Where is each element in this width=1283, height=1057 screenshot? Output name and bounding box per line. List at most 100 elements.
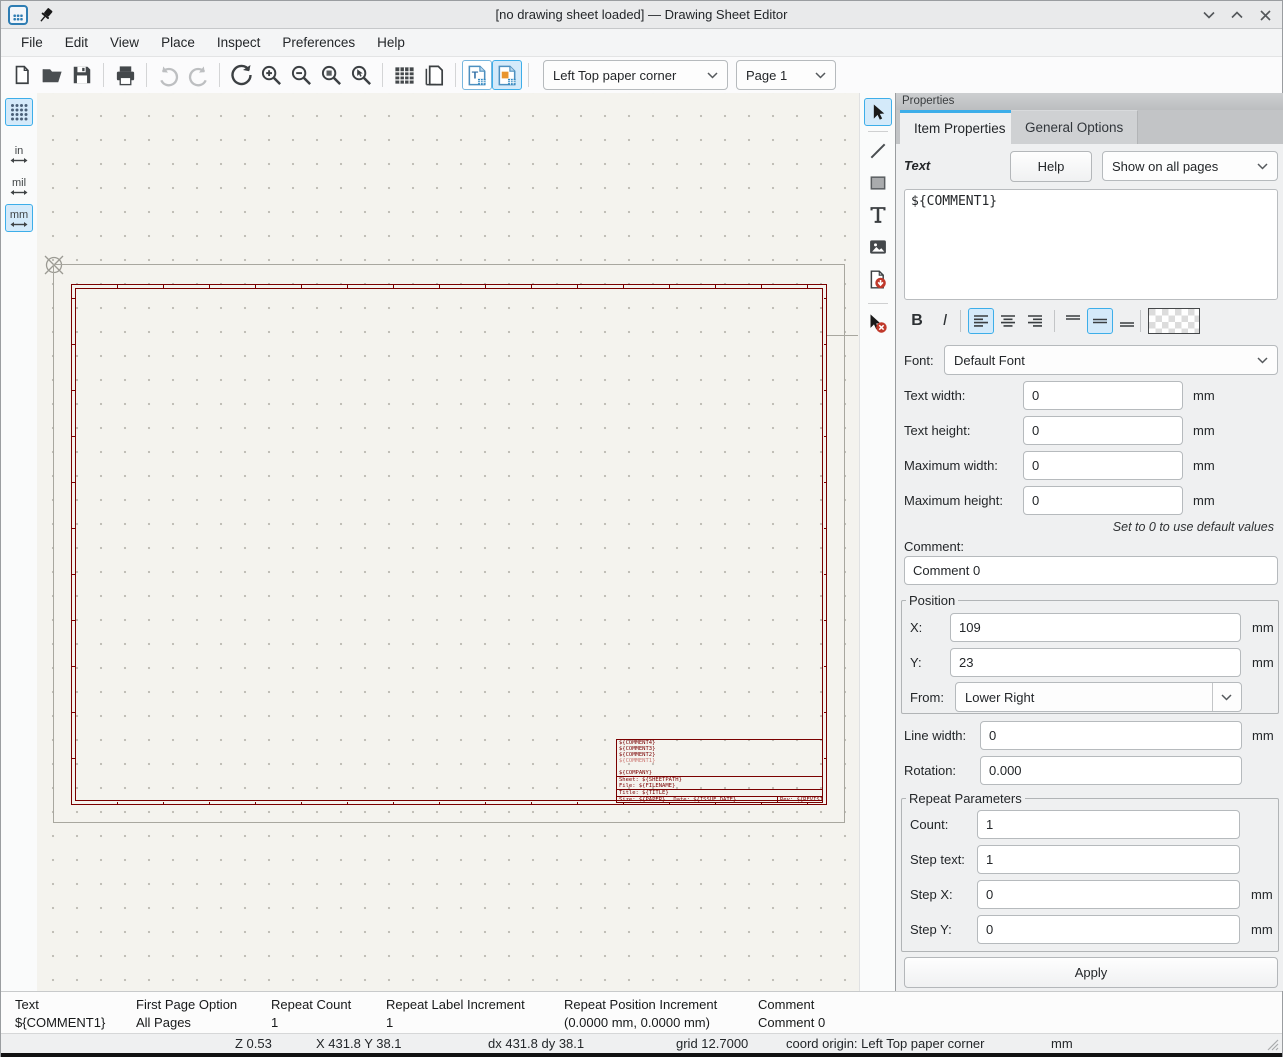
page-settings-button[interactable] <box>419 60 449 90</box>
properties-caption[interactable]: Properties <box>896 93 1283 110</box>
page-select-combo[interactable]: Page 1 <box>736 60 836 90</box>
rotation-input[interactable] <box>980 756 1242 785</box>
refresh-view-button[interactable] <box>226 60 256 90</box>
menu-file[interactable]: File <box>11 31 53 54</box>
step-x-input[interactable] <box>977 880 1240 909</box>
size-date-cell[interactable]: Size: ${PAPER} Date: ${ISSUE_DATE} ${KIC… <box>617 797 777 803</box>
align-center-button[interactable] <box>995 308 1021 334</box>
max-width-input[interactable] <box>1023 451 1183 480</box>
open-sheet-button[interactable] <box>37 60 67 90</box>
redo-button[interactable] <box>183 60 213 90</box>
text-width-label: Text width: <box>904 388 965 403</box>
date-text: Date: ${ISSUE_DATE} <box>673 797 736 803</box>
zoom-to-selection-button[interactable] <box>346 60 376 90</box>
unit-mm-button[interactable]: mm <box>5 204 33 232</box>
titlebar[interactable]: [no drawing sheet loaded] — Drawing Shee… <box>1 1 1282 29</box>
step-text-input[interactable] <box>977 845 1240 874</box>
zoom-in-button[interactable] <box>256 60 286 90</box>
undo-icon <box>157 64 180 87</box>
align-left-button[interactable] <box>968 308 994 334</box>
unit-mils-button[interactable]: mil <box>5 172 33 200</box>
draw-line-tool-button[interactable] <box>864 137 892 165</box>
zoom-to-fit-button[interactable] <box>316 60 346 90</box>
apply-button[interactable]: Apply <box>904 957 1278 988</box>
rev-id-cell[interactable]: Rev: ${REVISION} Id: ${#}/${##} <box>777 797 822 803</box>
tab-general-options[interactable]: General Options <box>1011 110 1138 144</box>
zoom-out-button[interactable] <box>286 60 316 90</box>
info-repeat-label-value: 1 <box>386 1015 525 1030</box>
text-value-textarea[interactable]: ${COMMENT1} <box>904 189 1278 300</box>
text-color-swatch[interactable] <box>1148 308 1200 334</box>
help-button[interactable]: Help <box>1010 151 1092 182</box>
left-right-arrow-icon <box>10 157 28 164</box>
maximize-button[interactable] <box>1226 4 1248 26</box>
minimize-button[interactable] <box>1198 4 1220 26</box>
new-sheet-button[interactable] <box>7 60 37 90</box>
drawing-canvas[interactable]: ${COMMENT4} ${COMMENT3} ${COMMENT2} ${CO… <box>37 93 859 991</box>
redo-icon <box>187 64 210 87</box>
repeat-count-input[interactable] <box>977 810 1240 839</box>
menu-help[interactable]: Help <box>367 31 415 54</box>
grid-toggle-button[interactable] <box>5 98 33 126</box>
rectangle-icon <box>868 173 888 193</box>
image-icon <box>868 237 888 257</box>
refresh-icon <box>229 63 253 87</box>
tab-item-properties[interactable]: Item Properties <box>900 110 1021 144</box>
preview-table-button[interactable] <box>389 60 419 90</box>
valign-middle-button[interactable] <box>1087 308 1113 334</box>
valign-bottom-button[interactable] <box>1114 308 1140 334</box>
add-image-tool-button[interactable] <box>864 233 892 261</box>
max-height-input[interactable] <box>1023 486 1183 515</box>
position-y-input[interactable] <box>950 648 1241 677</box>
select-tool-button[interactable] <box>864 98 892 126</box>
coord-origin-combo[interactable]: Left Top paper corner <box>543 60 728 90</box>
font-select[interactable]: Default Font <box>944 345 1278 375</box>
print-button[interactable] <box>110 60 140 90</box>
italic-button[interactable]: I <box>932 308 958 334</box>
unit-inches-button[interactable]: in <box>5 140 33 168</box>
resize-grip[interactable] <box>1265 1037 1279 1051</box>
menu-view[interactable]: View <box>100 31 149 54</box>
undo-button[interactable] <box>153 60 183 90</box>
menu-preferences[interactable]: Preferences <box>272 31 365 54</box>
text-height-input[interactable] <box>1023 416 1183 445</box>
add-text-tool-button[interactable] <box>864 201 892 229</box>
format-separator <box>960 310 961 332</box>
status-bar: Z 0.53 X 431.8 Y 38.1 dx 431.8 dy 38.1 g… <box>1 1033 1282 1053</box>
title-cell[interactable]: Title: ${TITLE} <box>617 789 822 796</box>
draw-rectangle-tool-button[interactable] <box>864 169 892 197</box>
title-block-preview-mode-button[interactable]: T <box>462 60 492 90</box>
save-button[interactable] <box>67 60 97 90</box>
step-y-input[interactable] <box>977 915 1240 944</box>
comment-input[interactable] <box>904 556 1278 585</box>
menu-edit[interactable]: Edit <box>55 31 98 54</box>
text-width-input[interactable] <box>1023 381 1183 410</box>
sheet-frame-inner[interactable] <box>75 288 823 801</box>
sheet-file-cell[interactable]: Sheet: ${SHEETPATH} File: ${FILENAME} <box>617 776 822 789</box>
comment1-text-selected[interactable]: ${COMMENT1} <box>619 758 822 764</box>
title-block[interactable]: ${COMMENT4} ${COMMENT3} ${COMMENT2} ${CO… <box>616 739 823 803</box>
delete-tool-button[interactable] <box>864 309 892 337</box>
position-from-select[interactable]: Lower Right <box>955 682 1242 712</box>
append-sheet-button[interactable] <box>864 265 892 293</box>
max-width-label: Maximum width: <box>904 458 998 473</box>
max-height-label: Maximum height: <box>904 493 1003 508</box>
menu-inspect[interactable]: Inspect <box>207 31 271 54</box>
valign-top-button[interactable] <box>1060 308 1086 334</box>
valign-top-icon <box>1065 314 1081 328</box>
window-title: [no drawing sheet loaded] — Drawing Shee… <box>1 7 1282 22</box>
title-block-edit-mode-button[interactable] <box>492 60 522 90</box>
toolbar-separator <box>219 63 220 87</box>
info-repeat-count-value: 1 <box>271 1015 351 1030</box>
menu-place[interactable]: Place <box>151 31 205 54</box>
page-option-select[interactable]: Show on all pages <box>1102 151 1278 181</box>
line-width-input[interactable] <box>980 721 1242 750</box>
align-right-button[interactable] <box>1022 308 1048 334</box>
comment-label: Comment: <box>904 539 964 554</box>
position-y-label: Y: <box>910 655 922 670</box>
bold-button[interactable]: B <box>904 308 930 334</box>
page-select-value: Page 1 <box>746 68 807 83</box>
open-folder-icon <box>41 64 64 87</box>
position-x-input[interactable] <box>950 613 1241 642</box>
close-button[interactable] <box>1254 4 1276 26</box>
